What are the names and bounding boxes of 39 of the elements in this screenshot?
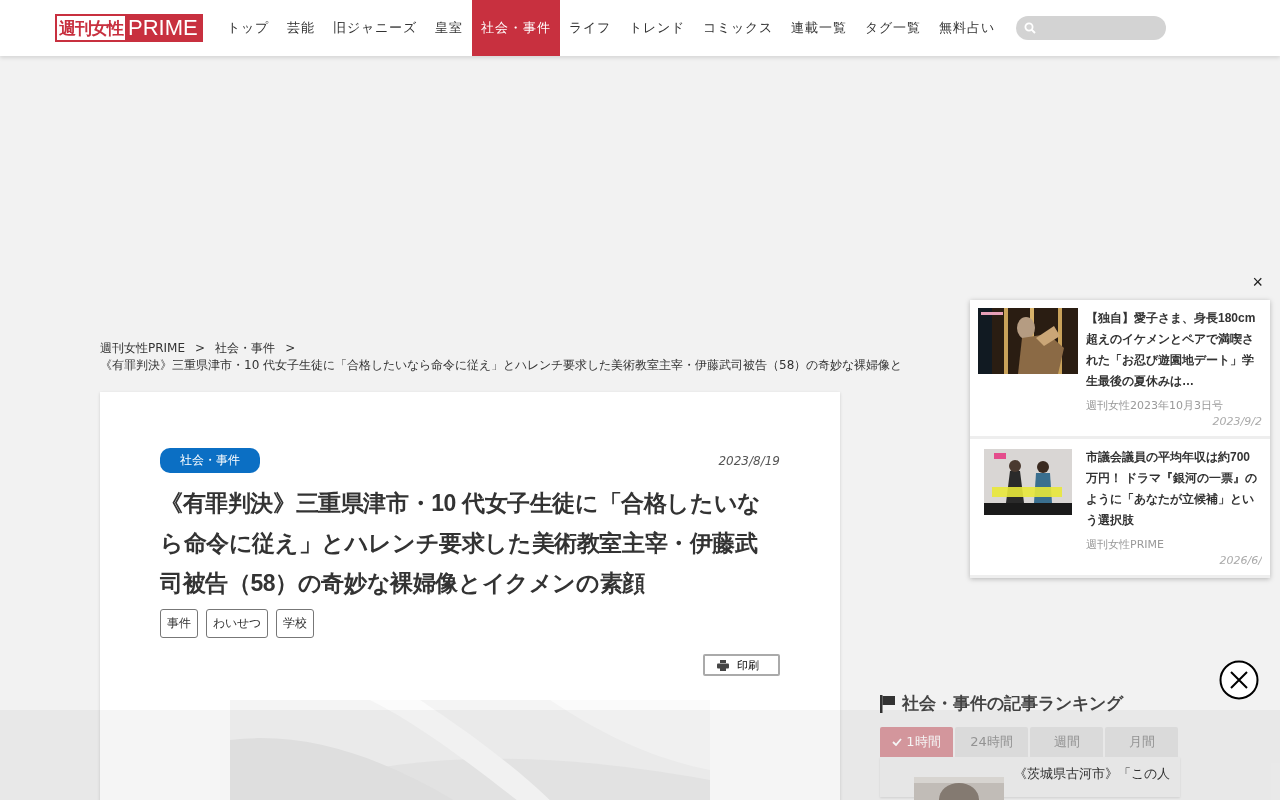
ranking-heading: 社会・事件の記事ランキング [880,692,1180,715]
tag-link[interactable]: わいせつ [206,609,268,638]
nav-link[interactable]: トレンド [619,0,694,56]
article-title: 【独自】愛子さま、身長180cm超えのイケメンとペアで満喫された「お忍び遊園地デート」学生最後の夏休みは… [1086,310,1257,390]
nav-link[interactable]: 旧ジャニーズ [323,0,426,56]
print-button[interactable]: 印刷 [703,654,780,676]
nav-link[interactable]: ライフ [559,0,620,56]
close-icon[interactable] [1219,660,1259,700]
article-date: 2023/9/2 [1212,415,1262,428]
nav-link[interactable]: 無料占い [929,0,1004,56]
search-icon [1023,22,1036,34]
article-title: 市議会議員の平均年収は約700万円！ ドラマ『銀河の一票』のように「あなたが立候補」という選択肢 [1086,449,1259,529]
breadcrumb-current: 《有罪判決》三重県津市・10 代女子生徒に「合格したいなら命令に従え」とハレンチ要求した美術教室主宰・伊藤武司被告（58）の奇妙な裸婦像と [100,357,903,374]
nav-link[interactable]: 社会・事件 [471,0,560,56]
breadcrumb-link[interactable]: 週刊女性PRIME [100,340,186,357]
tag-link[interactable]: 事件 [160,609,198,638]
category-label[interactable]: 社会・事件 [160,448,260,473]
breadcrumb-separator: > [285,340,296,357]
search-field[interactable] [1015,16,1166,40]
tag-link[interactable]: 学校 [276,609,314,638]
nav-link[interactable]: トップ [217,0,278,56]
article-title: 《有罪判決》三重県津市・10 代女子生徒に「合格したいなら命令に従え」とハレンチ要求した美術教室主宰・伊藤武司被告（58）の奇妙な裸婦像とイクメンの素顔 [160,489,762,598]
recommended-article[interactable]: 【独自】愛子さま、身長180cm超えのイケメンとペアで満喫された「お忍び遊園地デート」学生最後の夏休みは… 週刊女性2023年10月3日号 2023/9/2 [970,300,1270,439]
breadcrumb-separator: > [195,340,206,357]
flag-icon [880,694,896,713]
article-source: 週刊女性PRIME [1086,537,1165,552]
site-logo[interactable]: 週刊女性 PRIME [55,14,203,42]
article-source: 週刊女性2023年10月3日号 [1086,398,1224,413]
printer-icon [717,659,729,671]
breadcrumb-link[interactable]: 社会・事件 [215,340,276,357]
nav-link[interactable]: コミックス [693,0,782,56]
check-icon [892,738,903,746]
nav-link[interactable]: 皇室 [425,0,472,56]
article-date: 2023/8/19 [718,453,780,468]
nav-link[interactable]: タグ一覧 [855,0,930,56]
nav-link[interactable]: 連載一覧 [781,0,856,56]
close-button[interactable]: × [1250,272,1265,292]
nav-link[interactable]: 芸能 [277,0,324,56]
ranking-article-link[interactable]: 《茨城県古河市》「この人 [1014,765,1170,797]
